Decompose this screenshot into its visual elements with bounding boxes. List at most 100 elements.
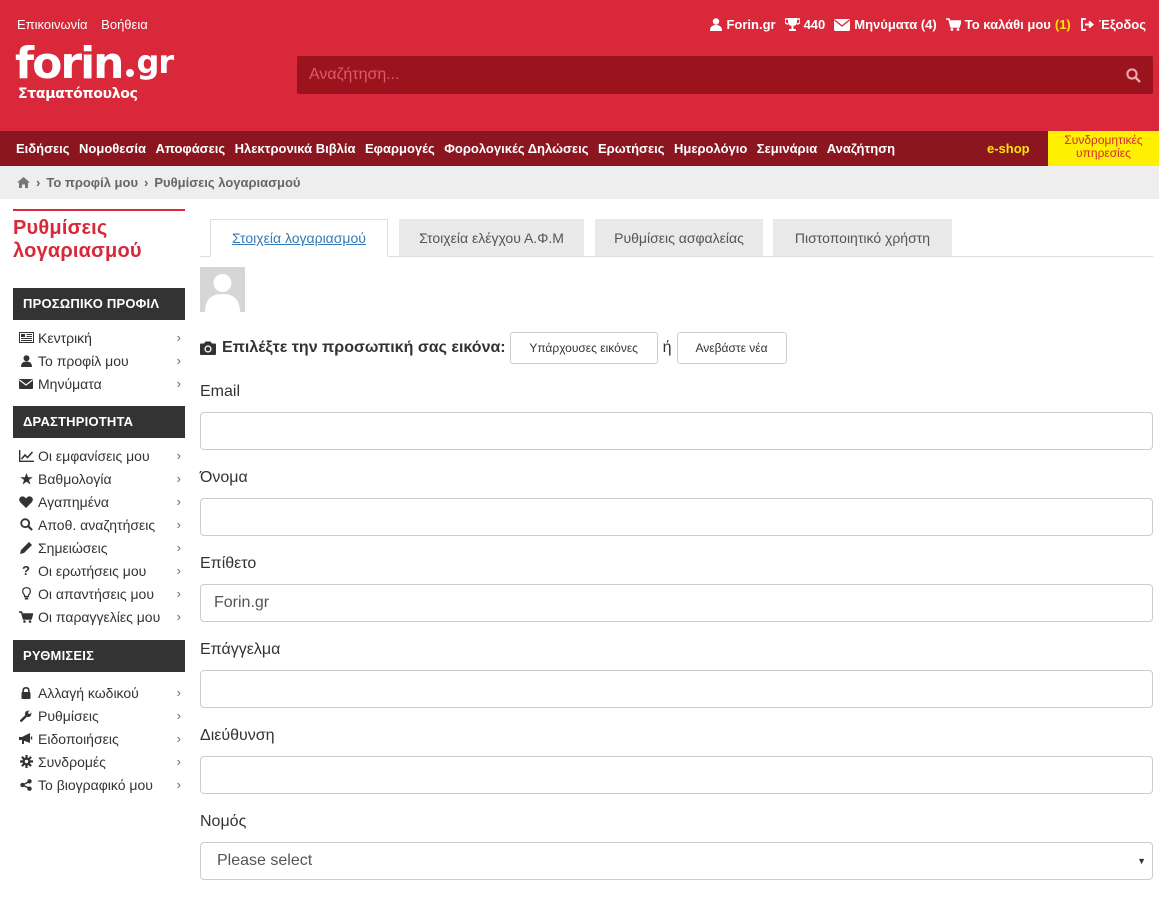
messages-label: Μηνύματα (4) [854,17,937,32]
sidebar-item-rating[interactable]: Βαθμολογία › [13,467,185,490]
last-name-field[interactable]: Forin.gr [200,584,1153,622]
first-name-field[interactable] [200,498,1153,536]
heart-icon [18,495,34,509]
envelope-icon [18,377,34,391]
existing-images-button[interactable]: Υπάρχουσες εικόνες [509,332,658,364]
sidebar-item-my-orders[interactable]: Οι παραγγελίες μου › [13,605,185,628]
line-chart-icon [18,449,34,463]
search-icon [18,518,34,532]
upload-new-button[interactable]: Ανεβάστε νέα [676,332,787,364]
cart-icon [18,610,34,624]
sidebar-item-settings[interactable]: Ρυθμίσεις › [13,704,185,727]
nav-item-news[interactable]: Ειδήσεις [16,141,70,156]
cart-link[interactable]: Το καλάθι μου (1) [945,17,1071,32]
nav-item-decisions[interactable]: Αποφάσεις [155,141,225,156]
main-nav: Ειδήσεις Νομοθεσία Αποφάσεις Ηλεκτρονικά… [0,131,1159,166]
nav-item-apps[interactable]: Εφαρμογές [365,141,435,156]
user-bar: Forin.gr 440 Μηνύματα (4) Το καλάθι μου … [701,17,1146,32]
sidebar-item-my-questions[interactable]: ? Οι ερωτήσεις μου › [13,559,185,582]
nav-item-search[interactable]: Αναζήτηση [827,141,895,156]
site-logo[interactable]: forin gr Σταματόπουλος [15,42,174,103]
newspaper-icon [18,331,34,345]
messages-link[interactable]: Μηνύματα (4) [834,17,937,32]
caret-down-icon: ▼ [1137,856,1146,866]
email-label: Email [200,383,241,400]
sidebar: Ρυθμίσεις λογαριασμού ΠΡΟΣΩΠΙΚΟ ΠΡΟΦΙΛ Κ… [13,209,185,796]
star-icon [18,472,34,486]
sidebar-item-my-profile[interactable]: Το προφίλ μου › [13,349,185,372]
points-link[interactable]: 440 [784,17,825,32]
first-name-label: Όνομα [200,469,248,486]
cart-label: Το καλάθι μου [964,17,1051,32]
bullhorn-icon [18,732,34,746]
sidebar-item-saved-searches[interactable]: Αποθ. αναζητήσεις › [13,513,185,536]
search-input[interactable] [297,56,1113,94]
account-tabs: Στοιχεία λογαριασμού Στοιχεία ελέγχου Α.… [200,219,1153,257]
nav-item-ebooks[interactable]: Ηλεκτρονικά Βιβλία [235,141,356,156]
sidebar-item-notes[interactable]: Σημειώσεις › [13,536,185,559]
sidebar-title: Ρυθμίσεις λογαριασμού [13,217,142,262]
logout-label: Έξοδος [1098,17,1146,32]
section-header: ΔΡΑΣΤΗΡΙΟΤΗΤΑ [13,406,185,438]
sidebar-item-home[interactable]: Κεντρική › [13,326,185,349]
sidebar-item-cv[interactable]: Το βιογραφικό μου › [13,773,185,796]
contact-link[interactable]: Επικοινωνία [17,17,88,32]
sidebar-item-change-password[interactable]: Αλλαγή κωδικού › [13,681,185,704]
nav-item-legislation[interactable]: Νομοθεσία [79,141,146,156]
help-link[interactable]: Βοήθεια [101,17,148,32]
picture-label: Επιλέξτε την προσωπική σας εικόνα: [222,339,506,356]
camera-icon [200,341,216,355]
home-icon[interactable] [17,177,30,188]
sidebar-item-subscriptions[interactable]: Συνδρομές › [13,750,185,773]
sidebar-item-my-answers[interactable]: Οι απαντήσεις μου › [13,582,185,605]
lightbulb-icon [18,587,34,601]
gear-icon [18,755,34,769]
username-link[interactable]: Forin.gr [710,17,776,32]
sidebar-item-messages[interactable]: Μηνύματα › [13,372,185,395]
nav-item-questions[interactable]: Ερωτήσεις [598,141,665,156]
tab-account-details[interactable]: Στοιχεία λογαριασμού [210,219,388,257]
wrench-icon [18,709,34,723]
breadcrumb: › Το προφίλ μου › Ρυθμίσεις λογαριασμού [0,166,1159,199]
breadcrumb-separator-icon: › [36,175,41,190]
sidebar-item-favorites[interactable]: Αγαπημένα › [13,490,185,513]
profession-label: Επάγγελμα [200,641,281,658]
breadcrumb-profile[interactable]: Το προφίλ μου [46,175,138,190]
section-personal-profile: ΠΡΟΣΩΠΙΚΟ ΠΡΟΦΙΛ Κεντρική › Το προφίλ μου… [13,288,185,395]
sidebar-item-appearances[interactable]: Οι εμφανίσεις μου › [13,444,185,467]
nav-item-calendar[interactable]: Ημερολόγιο [674,141,747,156]
search-button[interactable] [1113,67,1153,83]
breadcrumb-current: Ρυθμίσεις λογαριασμού [154,175,301,190]
address-label: Διεύθυνση [200,727,275,744]
nav-item-eshop[interactable]: e-shop [987,141,1030,156]
region-label: Νομός [200,813,247,830]
section-header: ΠΡΟΣΩΠΙΚΟ ΠΡΟΦΙΛ [13,288,185,320]
tab-vat-verification[interactable]: Στοιχεία ελέγχου Α.Φ.Μ [399,219,584,256]
sign-out-icon [1080,18,1094,31]
email-field[interactable] [200,412,1153,450]
region-selected-value: Please select [217,852,313,869]
address-field[interactable] [200,756,1153,794]
nav-item-seminars[interactable]: Σεμινάρια [757,141,817,156]
section-settings: ΡΥΘΜΙΣΕΙΣ Αλλαγή κωδικού › Ρυθμίσεις › Ειδ… [13,640,185,796]
top-links: Επικοινωνία Βοήθεια [17,17,158,32]
tab-user-certificate[interactable]: Πιστοποιητικό χρήστη [773,219,952,256]
nav-item-tax-returns[interactable]: Φορολογικές Δηλώσεις [444,141,588,156]
nav-item-subscriptions[interactable]: Συνδρομητικές υπηρεσίες [1048,131,1159,166]
profession-field[interactable] [200,670,1153,708]
profile-picture-row: Επιλέξτε την προσωπική σας εικόνα: Υπάρχ… [200,332,787,364]
logout-link[interactable]: Έξοδος [1080,17,1146,32]
logo-subtitle: Σταματόπουλος [18,86,138,102]
sidebar-item-notifications[interactable]: Ειδοποιήσεις › [13,727,185,750]
cart-count: (1) [1054,17,1071,32]
last-name-label: Επίθετο [200,555,257,572]
section-header: ΡΥΘΜΙΣΕΙΣ [13,640,185,672]
region-select[interactable]: Please select ▼ [200,842,1153,880]
tab-security-settings[interactable]: Ρυθμίσεις ασφαλείας [595,219,763,256]
search-bar [297,56,1153,94]
or-text: ή [662,339,672,356]
lock-icon [18,686,34,700]
search-icon [1125,67,1141,83]
username: Forin.gr [726,17,776,32]
avatar [200,267,245,312]
